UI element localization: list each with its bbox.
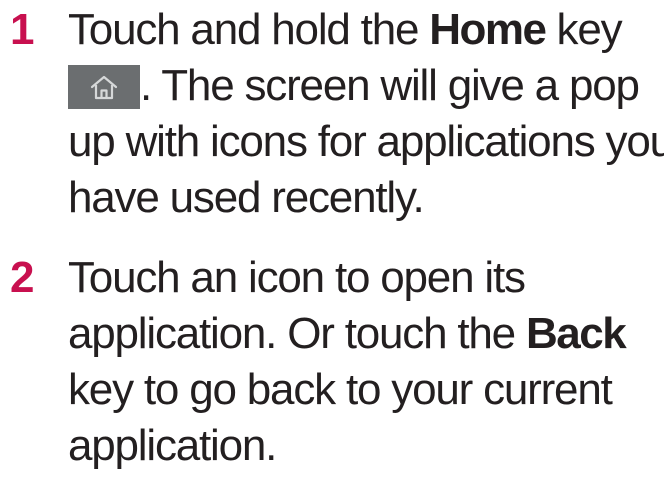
step-text: application. Or touch the: [68, 309, 526, 358]
instruction-steps: 1 Touch and hold the Home key . The scre…: [0, 0, 664, 479]
step-text: key: [545, 5, 623, 54]
back-key-label: Back: [525, 309, 627, 358]
step-line: up with icons for applications you: [68, 117, 664, 166]
step-line: . The screen will give a pop: [68, 58, 664, 114]
step-line: application.: [68, 421, 277, 470]
home-icon: [90, 75, 118, 100]
step-line: application. Or touch the Back: [68, 306, 664, 362]
step-1: 1 Touch and hold the Home key . The scre…: [0, 2, 664, 226]
step-line: Touch and hold the Home key: [68, 2, 664, 58]
step-line: Touch an icon to open its: [68, 253, 526, 302]
step-number: 2: [10, 253, 35, 302]
step-number: 1: [10, 5, 35, 54]
home-key-image: [68, 65, 140, 109]
home-key-label: Home: [429, 5, 547, 54]
step-line: key to go back to your current: [68, 365, 613, 414]
step-2: 2 Touch an icon to open its application.…: [0, 250, 664, 474]
step-line: have used recently.: [68, 173, 425, 222]
step-text: . The screen will give a pop: [140, 61, 640, 110]
step-text: Touch and hold the: [68, 5, 430, 54]
